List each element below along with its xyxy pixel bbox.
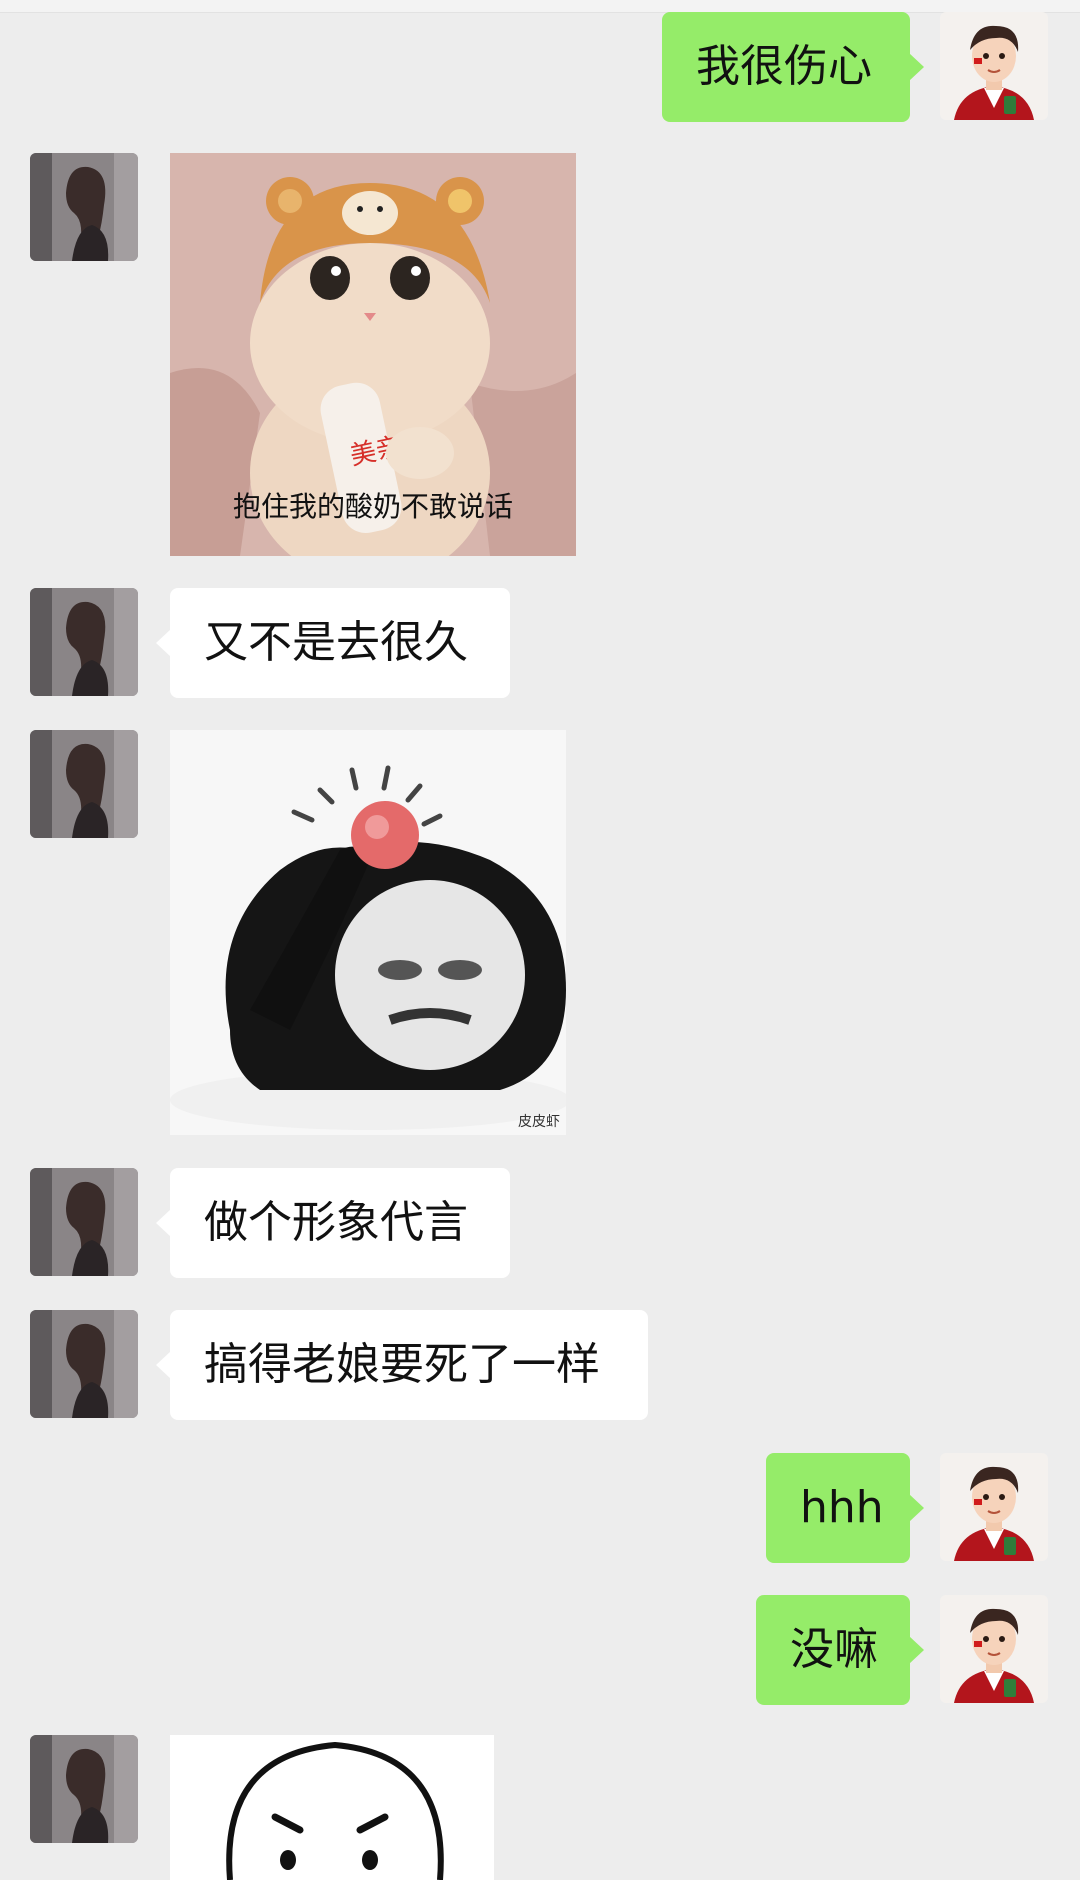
sticker-watermark: 皮皮虾 [518,1114,560,1130]
avatar-woman-photo-icon [30,730,138,838]
avatar-cartoon-boy-icon [940,1595,1048,1703]
contact-avatar[interactable] [30,1735,138,1843]
avatar-woman-photo-icon [30,153,138,261]
chat-view: 我很伤心 美亲 抱住我的酸奶不敢说话 又不是去很久 皮皮虾 做个形象代言 搞得老… [0,0,1080,1880]
sticker-panda[interactable]: 皮皮虾 [170,730,566,1135]
avatar-woman-photo-icon [30,1310,138,1418]
sticker-cat-bear-hat[interactable]: 美亲 抱住我的酸奶不敢说话 [170,153,576,556]
avatar-woman-photo-icon [30,1168,138,1276]
contact-avatar[interactable] [30,1168,138,1276]
my-avatar[interactable] [940,1453,1048,1561]
message-bubble-incoming[interactable]: 搞得老娘要死了一样 [156,1310,648,1420]
avatar-woman-photo-icon [30,588,138,696]
avatar-woman-photo-icon [30,1735,138,1843]
message-bubble-outgoing[interactable]: 没嘛 [756,1595,924,1705]
contact-avatar[interactable] [30,588,138,696]
contact-avatar[interactable] [30,153,138,261]
sticker-angry-face[interactable] [170,1735,494,1880]
message-bubble-incoming[interactable]: 又不是去很久 [156,588,510,698]
contact-avatar[interactable] [30,1310,138,1418]
message-bubble-incoming[interactable]: 做个形象代言 [156,1168,510,1278]
message-bubble-outgoing[interactable]: 我很伤心 [662,12,924,122]
my-avatar[interactable] [940,1595,1048,1703]
angry-face-sticker-image [170,1735,494,1880]
avatar-cartoon-boy-icon [940,1453,1048,1561]
top-divider [0,0,1080,13]
avatar-cartoon-boy-icon [940,12,1048,120]
panda-sticker-image [170,730,566,1135]
contact-avatar[interactable] [30,730,138,838]
my-avatar[interactable] [940,12,1048,120]
sticker-caption: 抱住我的酸奶不敢说话 [232,490,513,523]
message-bubble-outgoing[interactable]: hhh [766,1453,924,1563]
